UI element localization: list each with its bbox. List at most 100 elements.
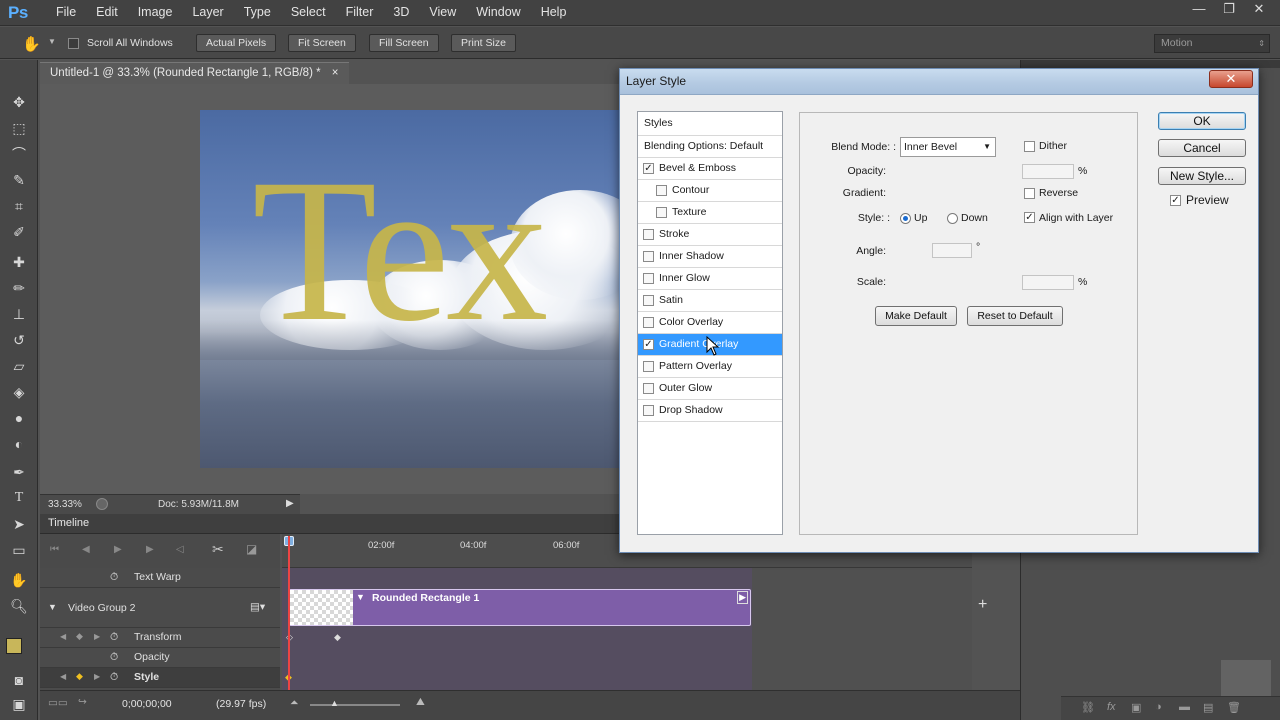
menu-filter[interactable]: Filter <box>336 0 384 26</box>
checkbox[interactable] <box>643 361 654 372</box>
zoom-slider-handle[interactable]: ▲ <box>330 698 339 708</box>
eyedropper-tool-icon[interactable]: ✐ <box>8 222 30 242</box>
down-radio[interactable] <box>947 213 958 224</box>
close-button[interactable]: ✕ <box>1244 0 1274 20</box>
blur-tool-icon[interactable]: ● <box>8 408 30 428</box>
checkbox-checked[interactable]: ✓ <box>643 339 654 350</box>
timeline-row-transform[interactable]: ◀ ◆ ▶ ⏱ Transform <box>40 628 280 648</box>
type-tool-icon[interactable]: T <box>8 488 30 508</box>
move-tool-icon[interactable]: ✥ <box>8 92 30 112</box>
keyframe-marker[interactable]: ◆ <box>334 632 341 643</box>
style-item-color-overlay[interactable]: Color Overlay <box>638 312 782 334</box>
menu-3d[interactable]: 3D <box>383 0 419 26</box>
dialog-titlebar[interactable]: Layer Style ✕ <box>620 69 1258 95</box>
menu-select[interactable]: Select <box>281 0 336 26</box>
crop-tool-icon[interactable]: ⌗ <box>8 196 30 216</box>
lasso-tool-icon[interactable]: ⌒ <box>8 144 30 164</box>
make-default-button[interactable]: Make Default <box>875 306 957 326</box>
actual-pixels-button[interactable]: Actual Pixels <box>196 34 277 52</box>
checkbox[interactable] <box>643 229 654 240</box>
quick-select-tool-icon[interactable]: ✎ <box>8 170 30 190</box>
trash-icon[interactable]: 🗑︎ <box>1227 701 1241 714</box>
foreground-color-swatch[interactable] <box>6 638 22 654</box>
menu-file[interactable]: File <box>46 0 86 26</box>
timeline-row-opacity[interactable]: ⏱ Opacity <box>40 648 280 668</box>
minimize-button[interactable]: — <box>1184 0 1214 20</box>
pen-tool-icon[interactable]: ✒ <box>8 462 30 482</box>
clone-stamp-icon[interactable]: ⊥ <box>8 304 30 324</box>
reverse-checkbox[interactable] <box>1024 188 1035 199</box>
prev-keyframe-icon[interactable]: ◀ <box>60 632 66 641</box>
expand-triangle-icon[interactable]: ▼ <box>356 592 365 602</box>
playhead-line[interactable] <box>288 536 290 690</box>
style-item-satin[interactable]: Satin <box>638 290 782 312</box>
style-item-stroke[interactable]: Stroke <box>638 224 782 246</box>
chevron-down-icon[interactable]: ▼ <box>48 37 56 46</box>
checkbox[interactable] <box>656 207 667 218</box>
go-to-first-icon[interactable]: ⏮ <box>50 544 59 555</box>
checkbox-checked[interactable]: ✓ <box>643 163 654 174</box>
menu-layer[interactable]: Layer <box>182 0 233 26</box>
next-frame-icon[interactable]: ▶ <box>146 544 154 555</box>
style-item-bevel-emboss[interactable]: ✓ Bevel & Emboss <box>638 158 782 180</box>
style-item-outer-glow[interactable]: Outer Glow <box>638 378 782 400</box>
checkbox[interactable] <box>656 185 667 196</box>
history-brush-icon[interactable]: ↺ <box>8 330 30 350</box>
checkbox[interactable] <box>643 383 654 394</box>
menu-edit[interactable]: Edit <box>86 0 128 26</box>
new-style-button[interactable]: New Style... <box>1158 167 1246 185</box>
quick-mask-icon[interactable]: ◙ <box>8 670 30 690</box>
stopwatch-icon[interactable]: ⏱ <box>110 651 118 664</box>
marquee-tool-icon[interactable]: ⬚ <box>8 118 30 138</box>
fx-icon[interactable]: fx <box>1107 701 1116 713</box>
link-icon[interactable]: ⛓ <box>1081 701 1095 714</box>
checkbox[interactable] <box>643 295 654 306</box>
timeline-row-text-warp[interactable]: ⏱ Text Warp <box>40 568 280 588</box>
fit-screen-button[interactable]: Fit Screen <box>288 34 356 52</box>
align-with-layer-checkbox[interactable]: ✓ <box>1024 212 1035 223</box>
render-icon[interactable]: ▭▭ <box>48 697 68 709</box>
paint-bucket-icon[interactable]: ◈ <box>8 382 30 402</box>
up-radio[interactable] <box>900 213 911 224</box>
menu-view[interactable]: View <box>419 0 466 26</box>
screen-mode-icon[interactable]: ▣ <box>8 694 30 714</box>
styles-header[interactable]: Styles <box>638 112 782 136</box>
checkbox[interactable] <box>643 405 654 416</box>
clip-end-handle-icon[interactable]: ▶ <box>737 591 748 604</box>
keyframe-icon[interactable]: ◆ <box>76 631 83 642</box>
keyframe-icon[interactable]: ◆ <box>76 671 83 682</box>
stopwatch-icon[interactable]: ⏱ <box>110 671 118 684</box>
film-menu-icon[interactable]: ▤▾ <box>250 601 265 613</box>
stopwatch-icon[interactable]: ⏱ <box>110 631 118 644</box>
cancel-button[interactable]: Cancel <box>1158 139 1246 157</box>
fill-screen-button[interactable]: Fill Screen <box>369 34 439 52</box>
restore-button[interactable]: ❐ <box>1214 0 1244 20</box>
style-item-inner-glow[interactable]: Inner Glow <box>638 268 782 290</box>
split-clip-icon[interactable]: ✂ <box>212 541 224 558</box>
close-tab-icon[interactable]: × <box>332 67 339 79</box>
print-size-button[interactable]: Print Size <box>451 34 516 52</box>
path-select-icon[interactable]: ➤ <box>8 514 30 534</box>
blend-mode-select[interactable]: Inner Bevel ▼ <box>900 137 996 157</box>
menu-help[interactable]: Help <box>531 0 577 26</box>
zoom-tool-icon[interactable]: 🔍︎ <box>8 596 30 616</box>
folder-icon[interactable]: ▬ <box>1179 701 1190 713</box>
transition-icon[interactable]: ◪ <box>246 542 257 556</box>
audio-icon[interactable]: ◁ <box>176 544 184 555</box>
current-time[interactable]: 0;00;00;00 <box>122 698 172 710</box>
prev-keyframe-icon[interactable]: ◀ <box>60 672 66 681</box>
timeline-row-style[interactable]: ◀ ◆ ▶ ⏱ Style <box>40 668 280 688</box>
expand-triangle-icon[interactable]: ▼ <box>48 602 57 612</box>
loop-icon[interactable]: ↪ <box>78 696 87 708</box>
zoom-slider[interactable] <box>310 704 400 706</box>
opacity-input[interactable] <box>1022 164 1074 179</box>
eraser-tool-icon[interactable]: ▱ <box>8 356 30 376</box>
status-menu-arrow-icon[interactable]: ▶ <box>286 498 294 509</box>
next-keyframe-icon[interactable]: ▶ <box>94 632 100 641</box>
status-info-icon[interactable] <box>96 498 108 510</box>
style-item-pattern-overlay[interactable]: Pattern Overlay <box>638 356 782 378</box>
preview-checkbox[interactable]: ✓ <box>1170 195 1181 206</box>
stopwatch-icon[interactable]: ⏱ <box>110 571 118 584</box>
zoom-in-icon[interactable]: ⛰ <box>416 696 425 709</box>
dither-checkbox[interactable] <box>1024 141 1035 152</box>
